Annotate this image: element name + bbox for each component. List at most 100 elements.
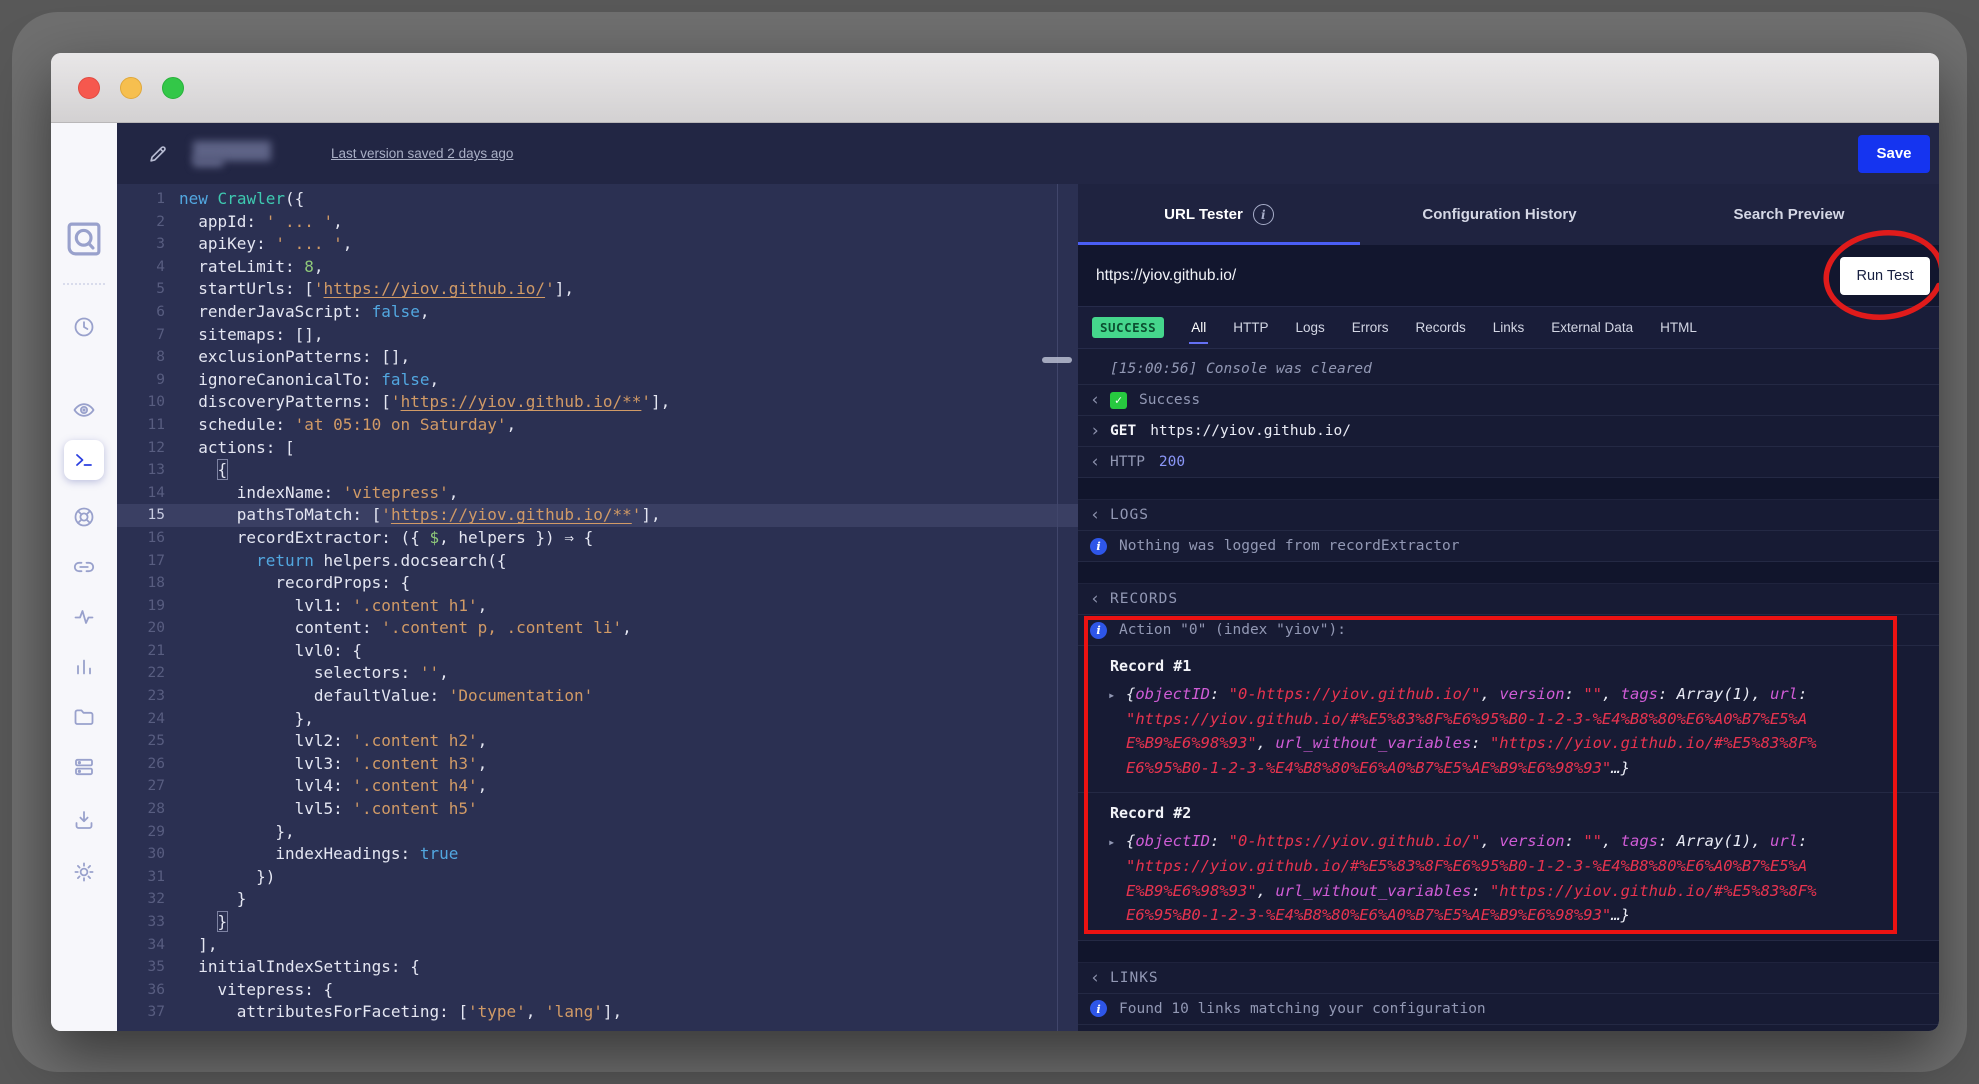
- code-line[interactable]: 16 recordExtractor: ({ $, helpers }) ⇒ {: [117, 527, 1078, 550]
- code-line[interactable]: 13 {: [117, 459, 1078, 482]
- code-line[interactable]: 28 lvl5: '.content h5': [117, 798, 1078, 821]
- sidebar-item-monitoring[interactable]: [64, 597, 104, 637]
- code-line[interactable]: 36 vitepress: {: [117, 979, 1078, 1002]
- close-button[interactable]: [78, 77, 100, 99]
- code-line[interactable]: 6 renderJavaScript: false,: [117, 301, 1078, 324]
- record-json[interactable]: ▸{objectID: "0-https://yiov.github.io/",…: [1110, 829, 1822, 927]
- app-window: Last version saved 2 days ago Save 1new …: [51, 53, 1939, 1031]
- sidebar-item-settings[interactable]: [64, 852, 104, 892]
- code-line[interactable]: 7 sitemaps: [],: [117, 324, 1078, 347]
- code-line[interactable]: 12 actions: [: [117, 437, 1078, 460]
- code-line[interactable]: 23 defaultValue: 'Documentation': [117, 685, 1078, 708]
- tab-configuration-history[interactable]: Configuration History: [1360, 184, 1639, 245]
- code-line[interactable]: 20 content: '.content p, .content li',: [117, 617, 1078, 640]
- collapse-icon[interactable]: ‹: [1090, 968, 1110, 988]
- result-tab-records[interactable]: Records: [1415, 314, 1465, 341]
- code-line[interactable]: 30 indexHeadings: true: [117, 843, 1078, 866]
- code-line[interactable]: 9 ignoreCanonicalTo: false,: [117, 369, 1078, 392]
- url-input[interactable]: https://yiov.github.io/: [1096, 267, 1840, 285]
- code-line[interactable]: 37 attributesForFaceting: ['type', 'lang…: [117, 1001, 1078, 1024]
- clock-icon: [72, 315, 96, 339]
- code-line[interactable]: 19 lvl1: '.content h1',: [117, 595, 1078, 618]
- result-tab-http[interactable]: HTTP: [1233, 314, 1268, 341]
- code-text: discoveryPatterns: ['https://yiov.github…: [179, 391, 670, 414]
- pulse-icon: [72, 605, 96, 629]
- code-line[interactable]: 18 recordProps: {: [117, 572, 1078, 595]
- sidebar-item-algolia-logo[interactable]: [64, 219, 104, 259]
- result-tab-links[interactable]: Links: [1493, 314, 1525, 341]
- last-saved-link[interactable]: Last version saved 2 days ago: [331, 146, 513, 161]
- collapse-icon[interactable]: ‹: [1090, 390, 1110, 410]
- success-text: Success: [1139, 392, 1200, 408]
- code-line[interactable]: 3 apiKey: ' ... ',: [117, 233, 1078, 256]
- sidebar-item-links[interactable]: [64, 547, 104, 587]
- code-line[interactable]: 14 indexName: 'vitepress',: [117, 482, 1078, 505]
- code-line[interactable]: 34 ],: [117, 934, 1078, 957]
- zoom-button[interactable]: [162, 77, 184, 99]
- record-json[interactable]: ▸{objectID: "0-https://yiov.github.io/",…: [1110, 682, 1822, 780]
- code-text: attributesForFaceting: ['type', 'lang'],: [179, 1001, 622, 1024]
- code-text: pathsToMatch: ['https://yiov.github.io/*…: [179, 504, 661, 527]
- code-editor[interactable]: 1new Crawler({2 appId: ' ... ',3 apiKey:…: [117, 184, 1078, 1031]
- sidebar-item-editor[interactable]: [64, 440, 104, 480]
- code-line[interactable]: 11 schedule: 'at 05:10 on Saturday',: [117, 414, 1078, 437]
- record-title: Record #2: [1110, 801, 1939, 825]
- code-line[interactable]: 27 lvl4: '.content h4',: [117, 775, 1078, 798]
- save-button[interactable]: Save: [1858, 135, 1930, 173]
- info-icon[interactable]: i: [1253, 204, 1274, 225]
- code-text: }: [179, 911, 227, 934]
- code-line[interactable]: 32 }: [117, 888, 1078, 911]
- code-line[interactable]: 17 return helpers.docsearch({: [117, 550, 1078, 573]
- code-line[interactable]: 31 }): [117, 866, 1078, 889]
- code-text: },: [179, 821, 295, 844]
- result-tab-html[interactable]: HTML: [1660, 314, 1697, 341]
- console-spacer: [1078, 941, 1939, 963]
- code-line[interactable]: 5 startUrls: ['https://yiov.github.io/']…: [117, 278, 1078, 301]
- row-indent[interactable]: [1090, 359, 1110, 379]
- sidebar-item-indices[interactable]: [64, 747, 104, 787]
- expand-icon[interactable]: ›: [1090, 421, 1110, 441]
- sidebar-item-history[interactable]: [64, 307, 104, 347]
- sidebar-item-analytics[interactable]: [64, 647, 104, 687]
- line-number: 12: [117, 437, 165, 460]
- code-line[interactable]: 15 pathsToMatch: ['https://yiov.github.i…: [117, 504, 1078, 527]
- tab-url-tester[interactable]: URL Testeri: [1078, 184, 1360, 245]
- tab-search-preview[interactable]: Search Preview: [1639, 184, 1939, 245]
- sidebar-item-help[interactable]: [64, 497, 104, 537]
- code-line[interactable]: 8 exclusionPatterns: [],: [117, 346, 1078, 369]
- result-tab-errors[interactable]: Errors: [1352, 314, 1389, 341]
- code-line[interactable]: 24 },: [117, 708, 1078, 731]
- code-line[interactable]: 35 initialIndexSettings: {: [117, 956, 1078, 979]
- code-line[interactable]: 21 lvl0: {: [117, 640, 1078, 663]
- expand-triangle-icon[interactable]: ▸: [1108, 683, 1115, 708]
- expand-triangle-icon[interactable]: ▸: [1108, 830, 1115, 855]
- sidebar-item-files[interactable]: [64, 697, 104, 737]
- run-test-button[interactable]: Run Test: [1840, 257, 1930, 295]
- collapse-icon[interactable]: ‹: [1090, 505, 1110, 525]
- code-line[interactable]: 22 selectors: '',: [117, 662, 1078, 685]
- code-text: lvl3: '.content h3',: [179, 753, 487, 776]
- code-line[interactable]: 25 lvl2: '.content h2',: [117, 730, 1078, 753]
- code-line[interactable]: 10 discoveryPatterns: ['https://yiov.git…: [117, 391, 1078, 414]
- url-tester-row: https://yiov.github.io/ Run Test: [1078, 245, 1939, 307]
- code-line[interactable]: 1new Crawler({: [117, 188, 1078, 211]
- console-spacer: [1078, 478, 1939, 500]
- sidebar-item-export[interactable]: [64, 800, 104, 840]
- code-line[interactable]: 29 },: [117, 821, 1078, 844]
- result-tab-logs[interactable]: Logs: [1295, 314, 1324, 341]
- collapse-icon[interactable]: ‹: [1090, 589, 1110, 609]
- edit-pencil-icon[interactable]: [147, 143, 169, 165]
- result-tab-all[interactable]: All: [1191, 314, 1206, 341]
- collapse-icon[interactable]: ‹: [1090, 452, 1110, 472]
- crawler-name-redacted[interactable]: [193, 141, 271, 167]
- result-tab-external-data[interactable]: External Data: [1551, 314, 1633, 341]
- code-text: defaultValue: 'Documentation': [179, 685, 593, 708]
- code-line[interactable]: 33 }: [117, 911, 1078, 934]
- editor-scrollbar-thumb[interactable]: [1042, 357, 1072, 363]
- sidebar-item-overview[interactable]: [64, 390, 104, 430]
- minimize-button[interactable]: [120, 77, 142, 99]
- code-line[interactable]: 26 lvl3: '.content h3',: [117, 753, 1078, 776]
- code-line[interactable]: 4 rateLimit: 8,: [117, 256, 1078, 279]
- line-number: 15: [117, 504, 165, 527]
- code-line[interactable]: 2 appId: ' ... ',: [117, 211, 1078, 234]
